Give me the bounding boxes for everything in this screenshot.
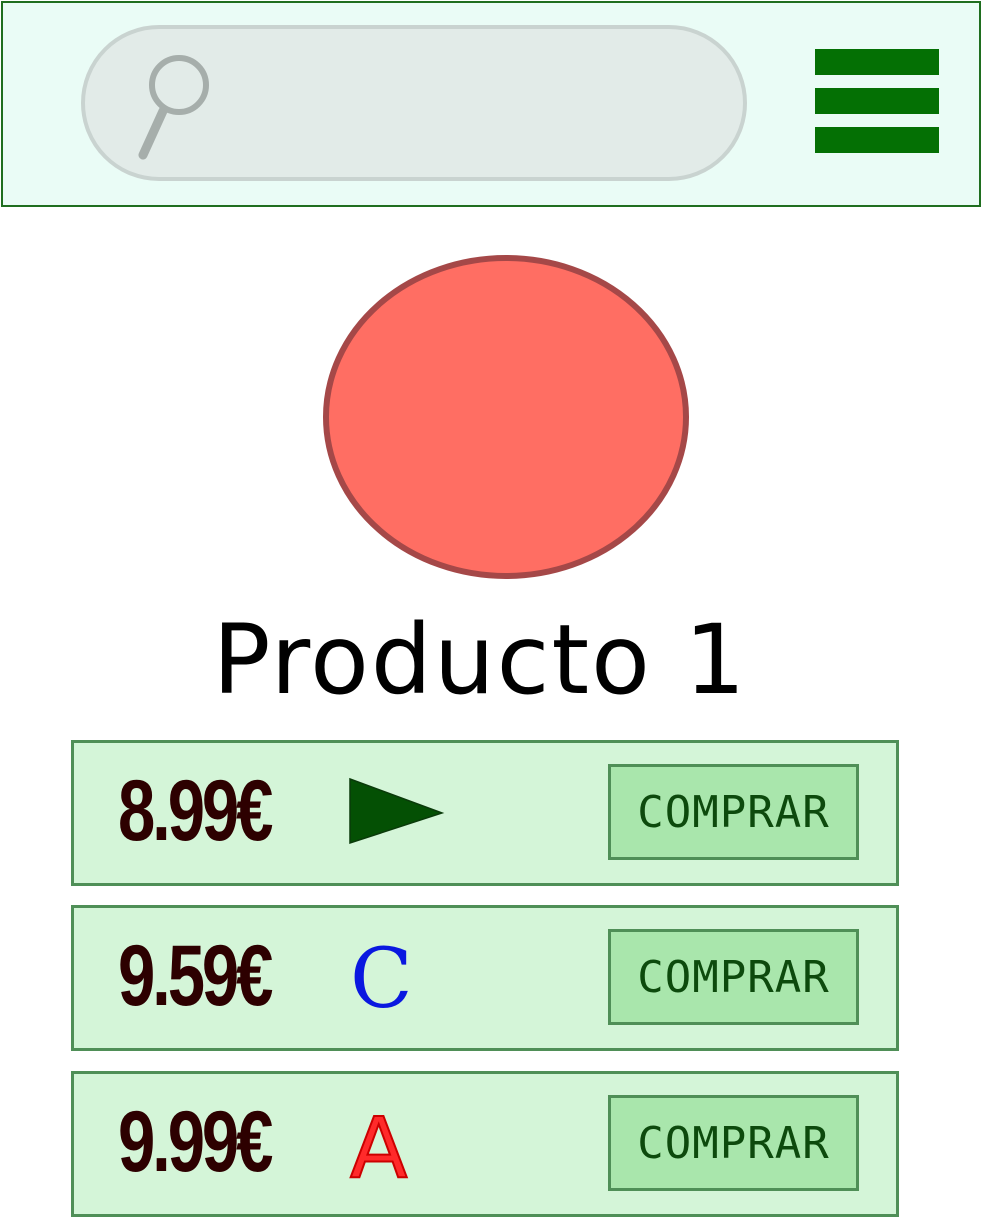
search-input[interactable] <box>81 25 747 181</box>
offer-price: 9.59€ <box>118 928 273 1024</box>
hamburger-menu-icon[interactable] <box>815 49 941 155</box>
offer-price: 8.99€ <box>118 763 273 859</box>
product-image <box>323 255 689 579</box>
menu-bar-top <box>815 49 939 75</box>
offer-price: 9.99€ <box>118 1094 273 1190</box>
offer-row: 8.99€ COMPRAR <box>71 740 899 886</box>
play-arrow-icon <box>349 777 445 845</box>
offer-row: 9.59€ C COMPRAR <box>71 905 899 1051</box>
buy-button[interactable]: COMPRAR <box>608 929 859 1025</box>
letter-c-icon: C <box>350 932 413 1027</box>
buy-button[interactable]: COMPRAR <box>608 1095 859 1191</box>
top-header <box>1 1 981 207</box>
product-title: Producto 1 <box>212 604 748 716</box>
letter-a-icon: A <box>349 1098 408 1198</box>
offer-row: 9.99€ A COMPRAR <box>71 1071 899 1217</box>
search-icon <box>138 55 209 160</box>
menu-bar-bottom <box>815 127 939 153</box>
menu-bar-middle <box>815 88 939 114</box>
buy-button[interactable]: COMPRAR <box>608 764 859 860</box>
